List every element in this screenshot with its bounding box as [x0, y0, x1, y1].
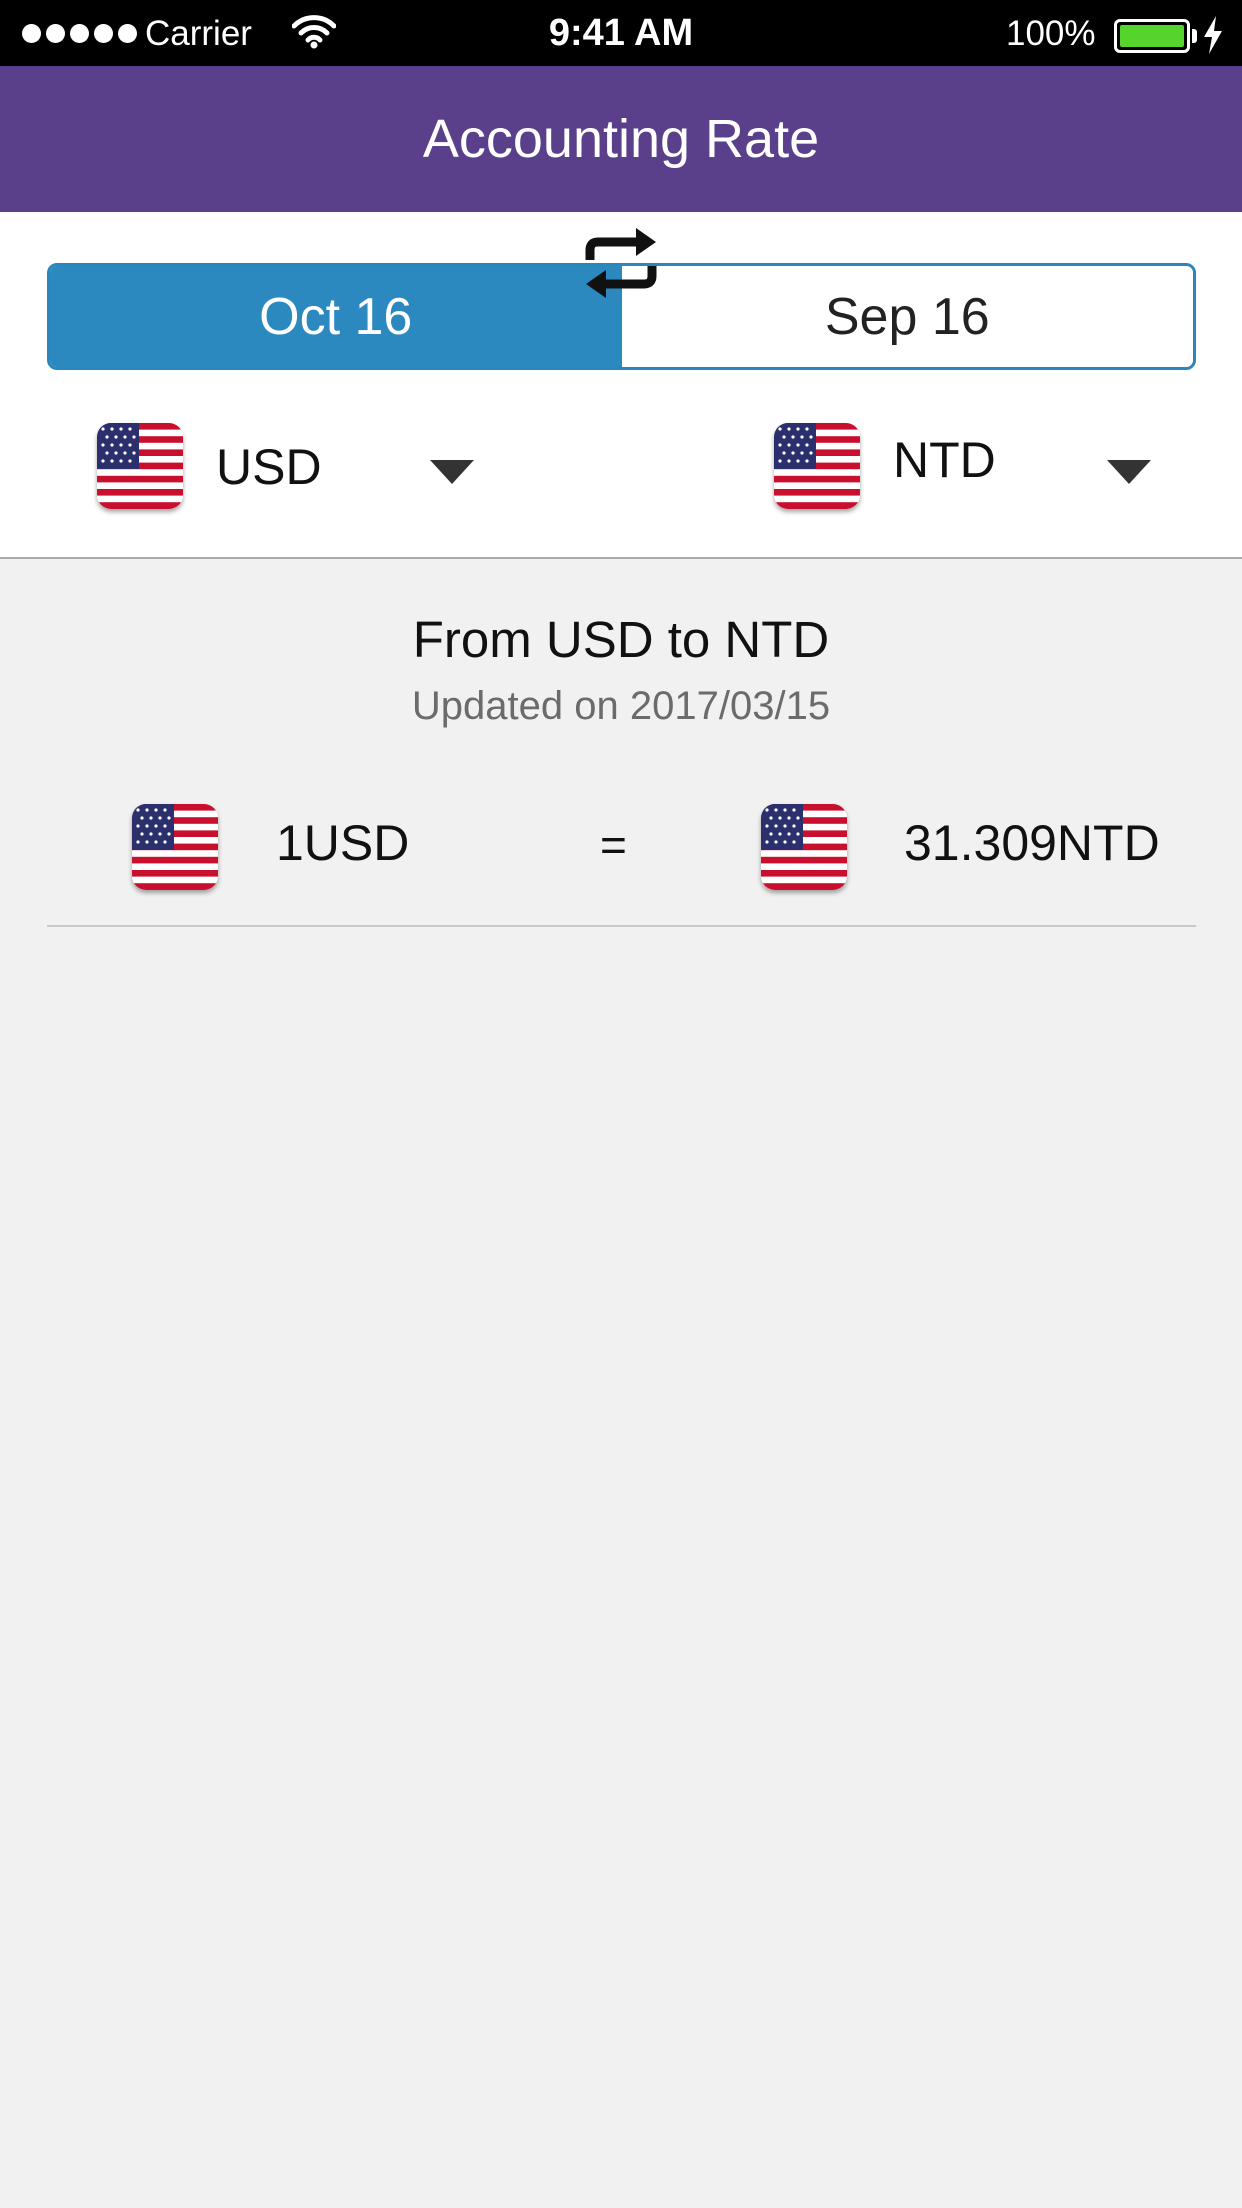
tab-oct-16[interactable]: Oct 16	[50, 266, 622, 367]
status-bar: Carrier 9:41 AM 100%	[0, 0, 1242, 66]
updated-date: Updated on 2017/03/15	[411, 684, 831, 728]
to-amount: 31.309NTD	[904, 815, 1160, 871]
swap-arrows-icon[interactable]	[578, 220, 664, 306]
divider	[47, 925, 1196, 927]
equals-sign: =	[600, 819, 627, 871]
conversion-title: From USD to NTD	[412, 611, 830, 668]
to-currency-code[interactable]: NTD	[893, 431, 996, 489]
to-currency-flag-icon[interactable]	[774, 423, 860, 509]
from-amount: 1USD	[276, 815, 410, 871]
to-flag-icon	[761, 804, 847, 890]
from-currency-code[interactable]: USD	[216, 438, 322, 496]
rate-row: 1USD = 31.309NTD	[0, 800, 1242, 890]
page-title: Accounting Rate	[422, 109, 820, 169]
from-flag-icon	[132, 804, 218, 890]
from-currency-flag-icon[interactable]	[97, 423, 183, 509]
battery-percent: 100%	[1006, 14, 1096, 53]
charging-icon	[1202, 16, 1224, 59]
battery-cap	[1192, 29, 1197, 43]
navigation-bar: Accounting Rate	[0, 66, 1242, 212]
battery-icon	[1114, 19, 1190, 53]
battery-level	[1120, 25, 1184, 47]
from-currency-chevron-down-icon[interactable]	[430, 460, 474, 484]
to-currency-chevron-down-icon[interactable]	[1107, 460, 1151, 484]
tab-sep-16[interactable]: Sep 16	[621, 266, 1193, 367]
